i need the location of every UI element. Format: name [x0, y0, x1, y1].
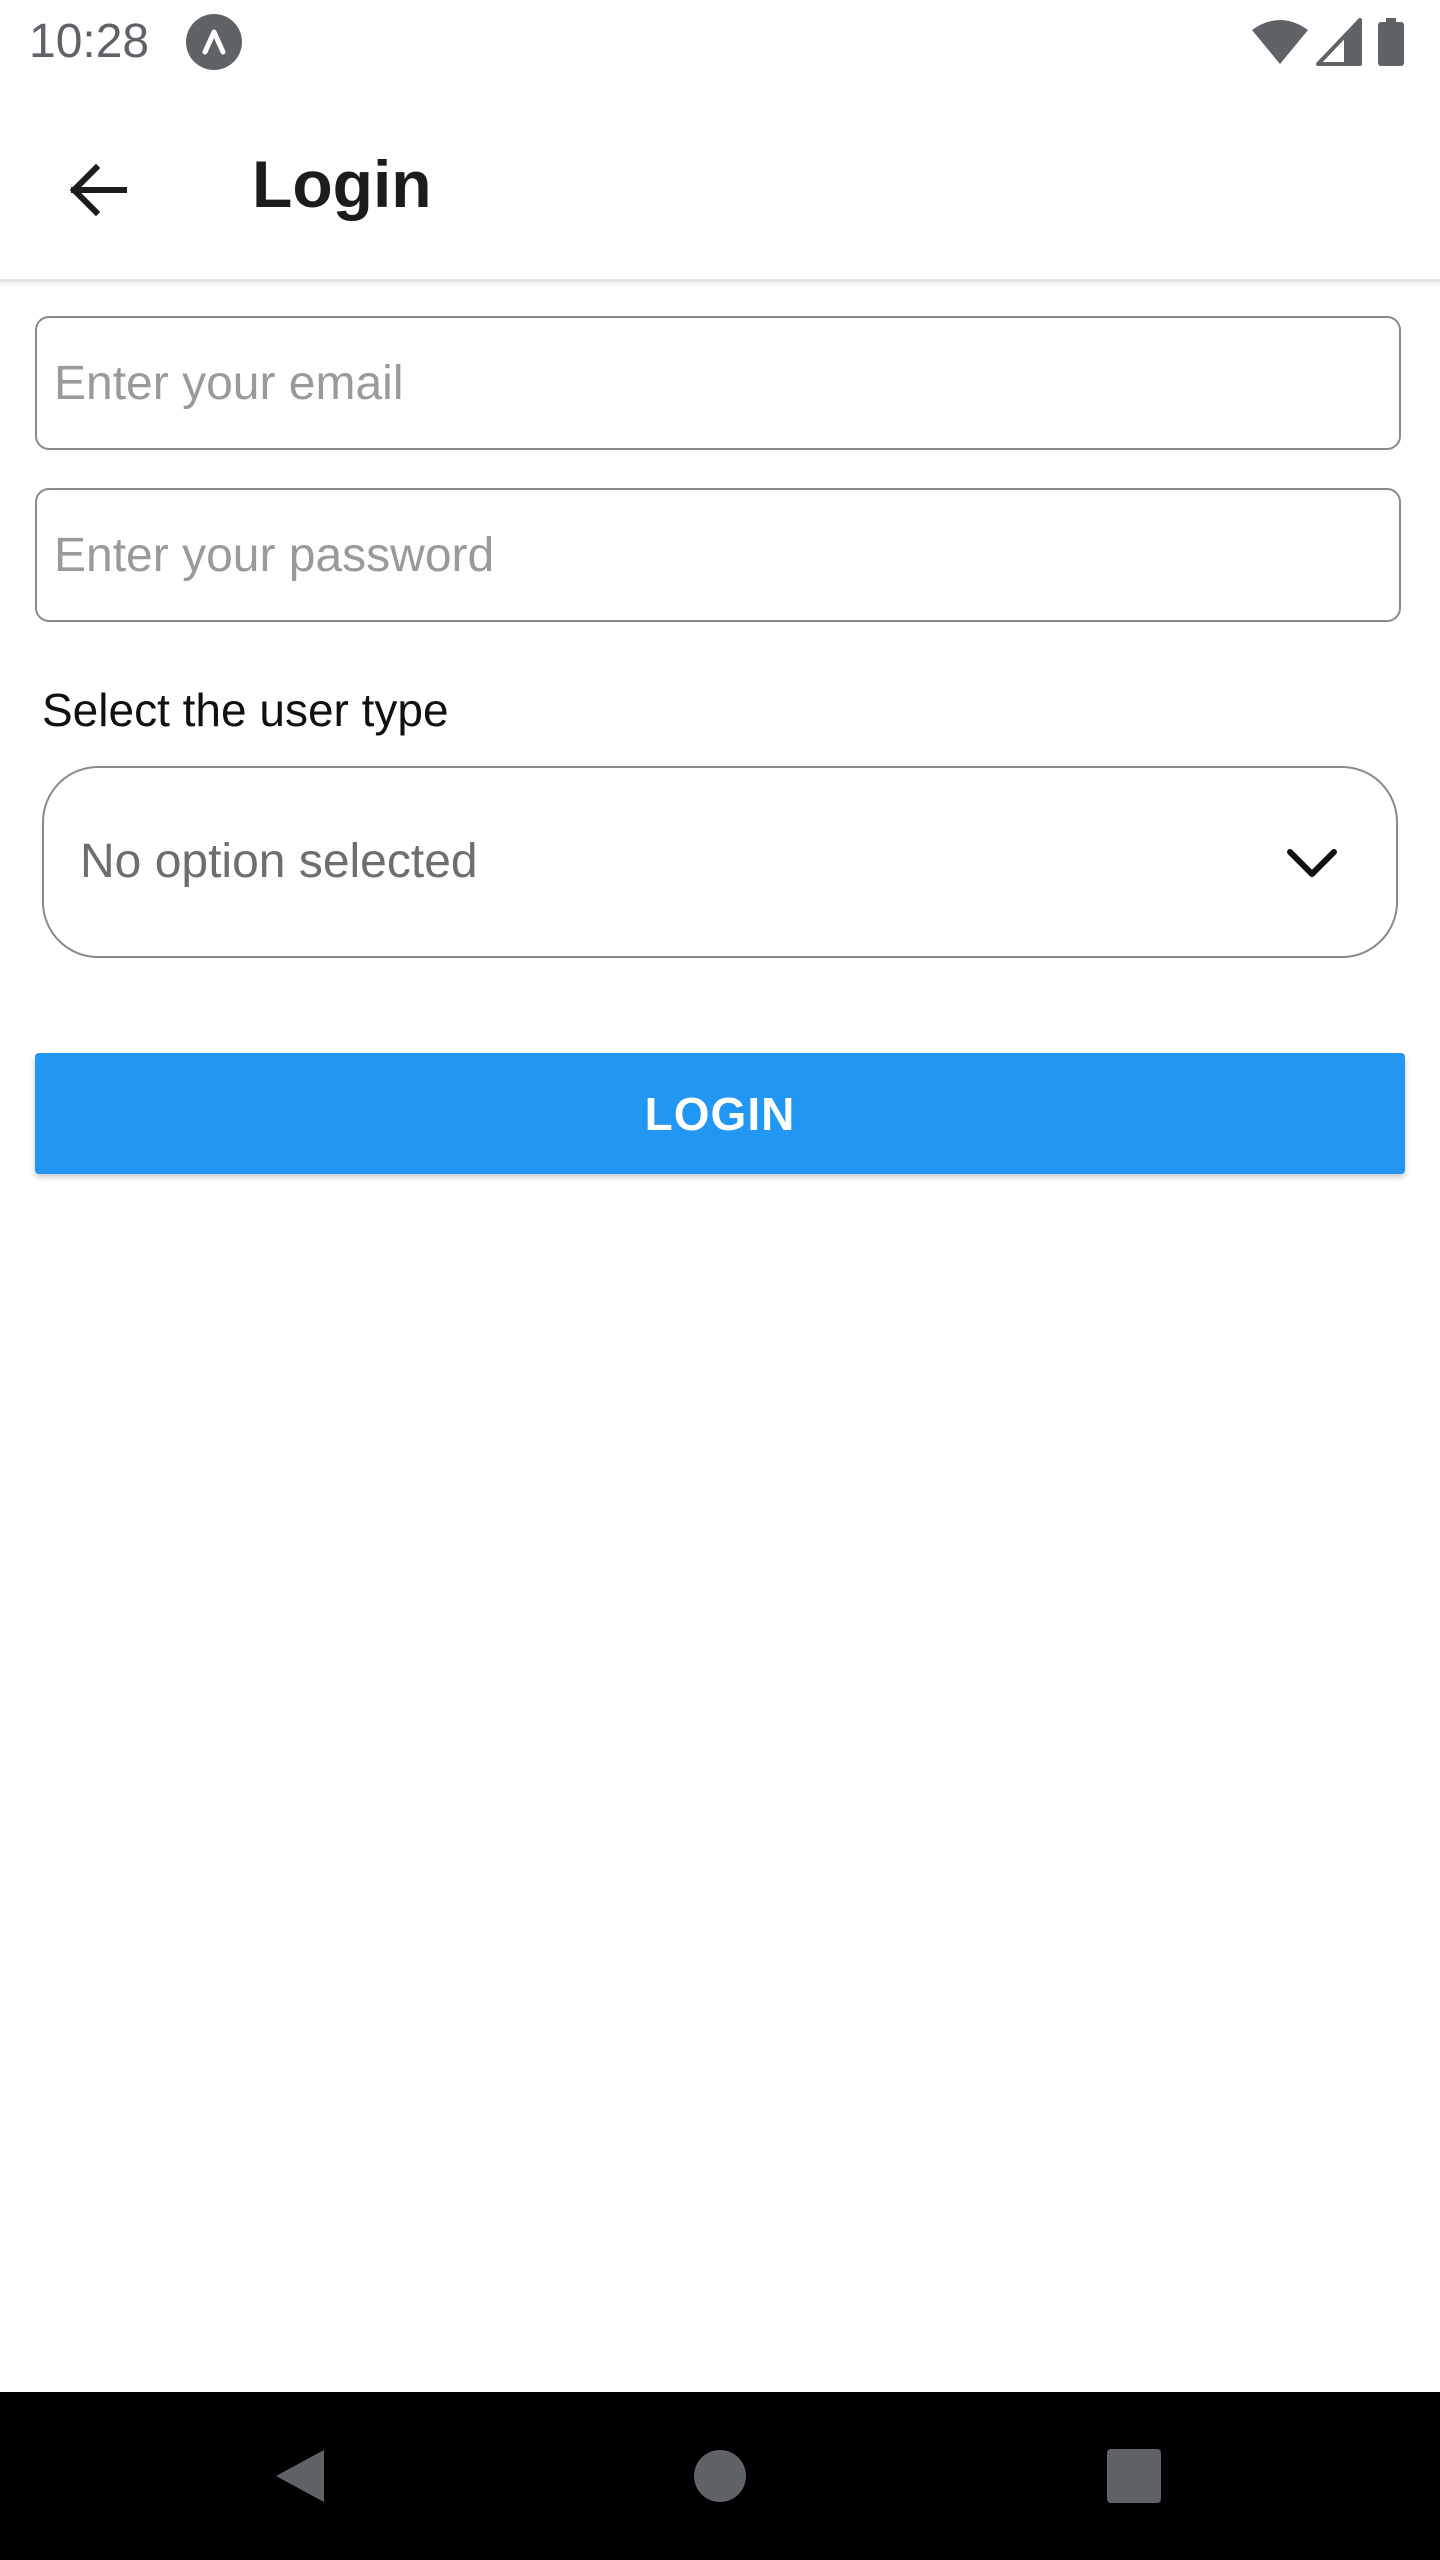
password-field[interactable]: [35, 488, 1401, 622]
user-type-label: Select the user type: [42, 684, 449, 736]
nav-recents-icon[interactable]: [1090, 2432, 1178, 2520]
user-type-selected-value: No option selected: [80, 835, 478, 888]
nav-home-icon[interactable]: [676, 2432, 764, 2520]
status-time: 10:28: [29, 15, 150, 68]
app-bar: Login: [0, 86, 1440, 282]
app-notification-icon: [186, 14, 242, 70]
wifi-icon: [1252, 20, 1308, 64]
chevron-down-icon: [1287, 849, 1337, 877]
navigation-bar: [0, 2392, 1440, 2560]
battery-icon: [1378, 18, 1404, 66]
back-button[interactable]: [46, 138, 150, 242]
login-button[interactable]: LOGIN: [35, 1053, 1405, 1174]
nav-back-icon[interactable]: [256, 2432, 344, 2520]
arrow-left-icon: [69, 163, 127, 217]
email-field[interactable]: [35, 316, 1401, 450]
page-title: Login: [252, 147, 432, 221]
user-type-dropdown[interactable]: No option selected: [42, 766, 1398, 958]
status-bar: 10:28: [0, 0, 1440, 86]
signal-icon: [1316, 18, 1362, 66]
